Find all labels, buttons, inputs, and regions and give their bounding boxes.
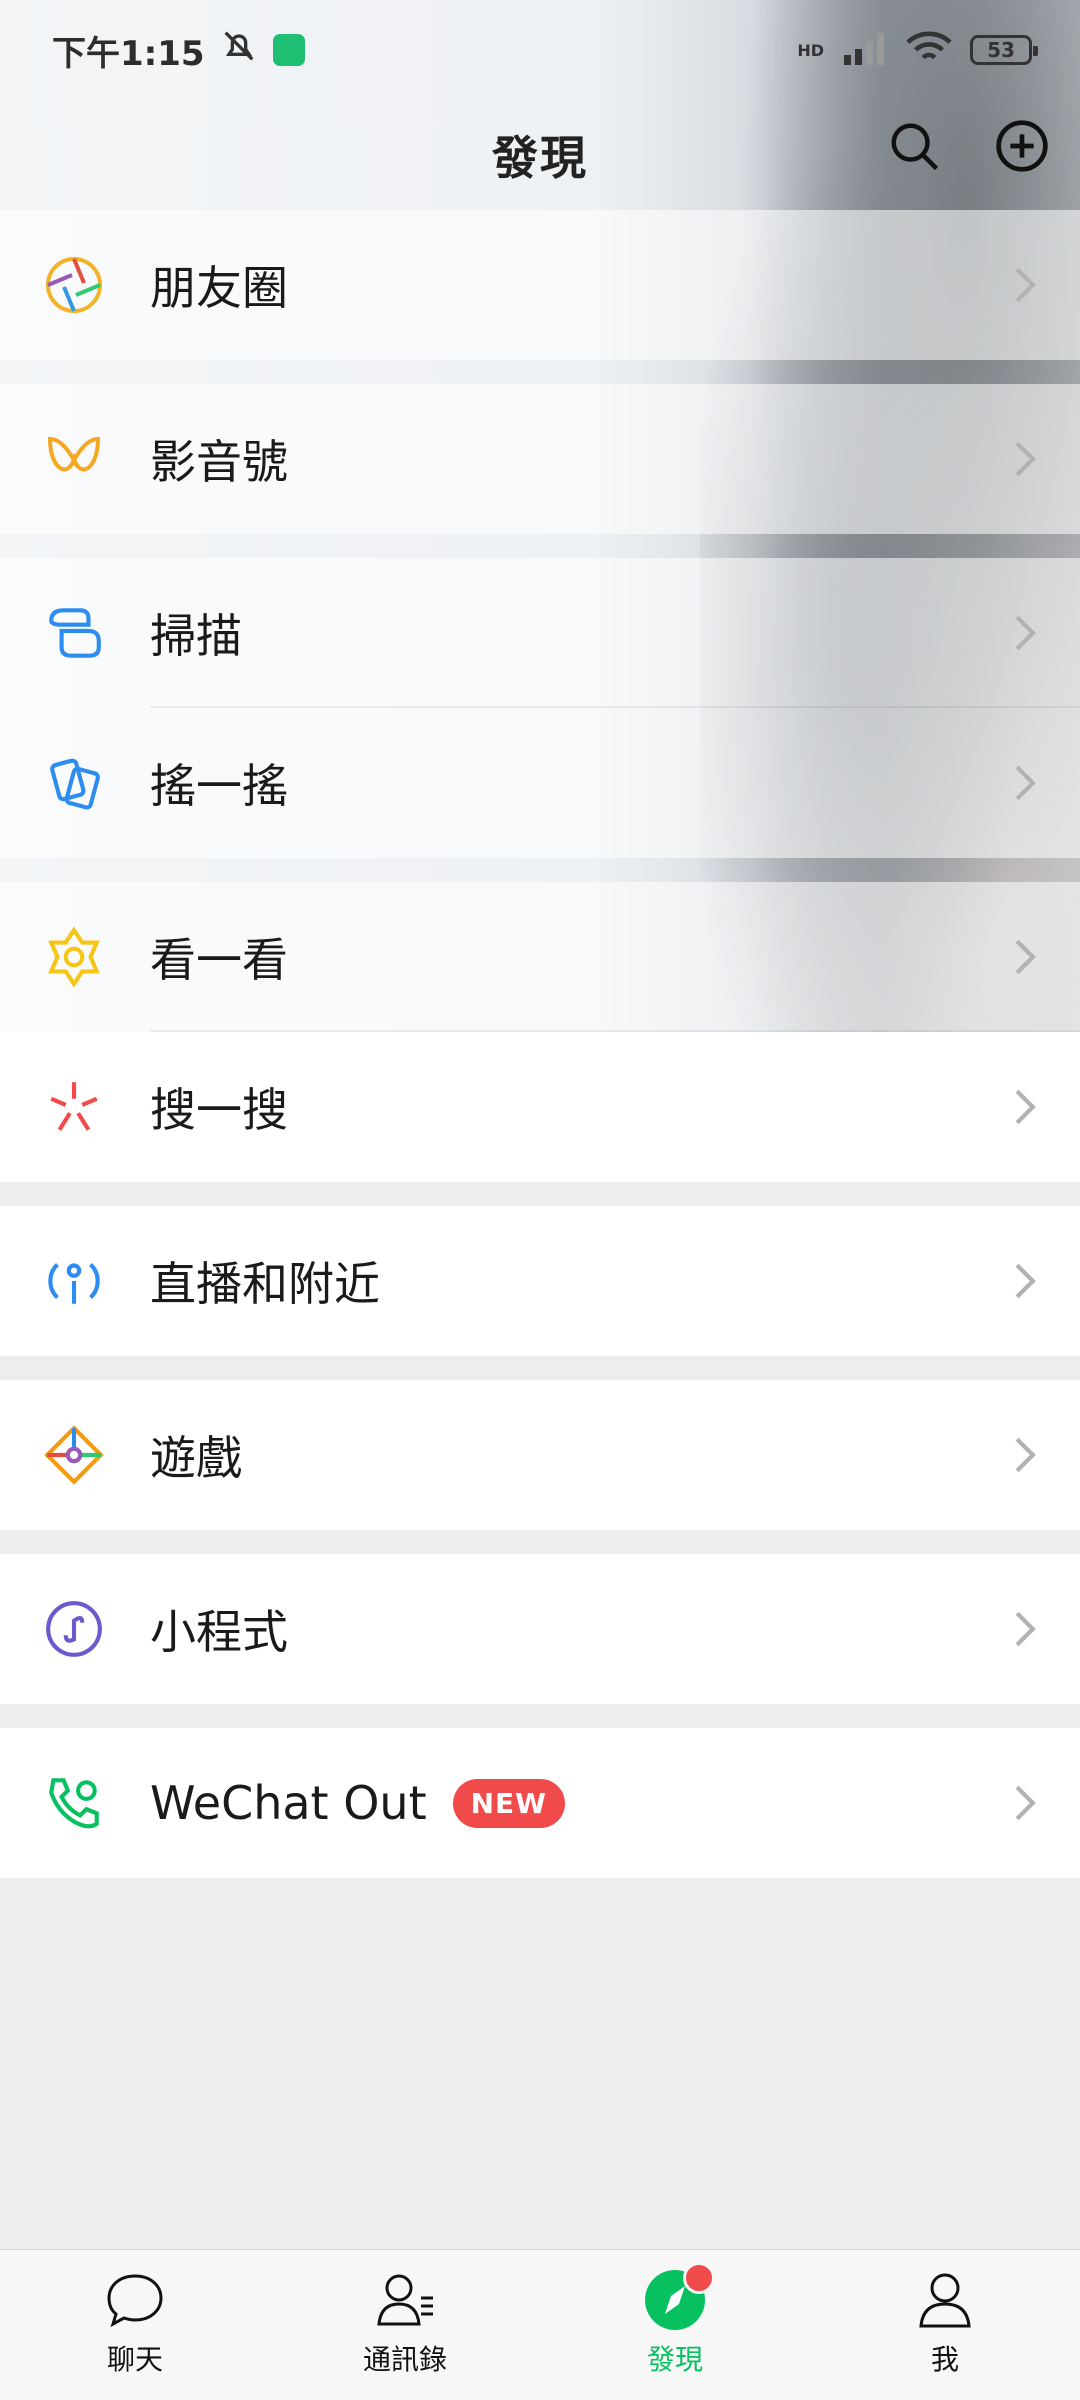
menu-item-label: 影音號 [150, 435, 288, 489]
section-nearby: 直播和附近 [0, 1206, 1080, 1356]
add-button[interactable] [994, 118, 1050, 174]
chat-icon [103, 2268, 167, 2332]
section-top-stories-search: 看一看 搜一搜 [0, 882, 1080, 1182]
plus-circle-icon [996, 120, 1048, 172]
menu-item-live-nearby[interactable]: 直播和附近 [0, 1206, 1080, 1356]
nav-label: 我 [930, 2343, 959, 2376]
network-type: HD [797, 40, 824, 60]
menu-item-scan[interactable]: 掃描 [0, 558, 1080, 708]
search-button[interactable] [886, 118, 942, 174]
section-games: 遊戲 [0, 1380, 1080, 1530]
nav-tab-contacts[interactable]: 通訊錄 [295, 2250, 515, 2378]
scan-icon [34, 593, 114, 673]
notification-dot [683, 2262, 715, 2294]
menu-item-label: 掃描 [150, 609, 242, 663]
menu-item-label: 朋友圈 [150, 261, 288, 315]
chevron-right-icon [1015, 1785, 1036, 1821]
games-icon [34, 1415, 114, 1495]
bottom-navigation: 聊天 通訊錄 發現 我 [0, 2249, 1080, 2400]
section-channels: 影音號 [0, 384, 1080, 534]
wifi-icon [906, 30, 952, 70]
menu-item-games[interactable]: 遊戲 [0, 1380, 1080, 1530]
menu-item-search[interactable]: 搜一搜 [0, 1032, 1080, 1182]
mute-bell-icon [219, 26, 259, 75]
me-icon [913, 2268, 977, 2332]
menu-item-label: 小程式 [150, 1605, 288, 1659]
section-mini-programs: 小程式 [0, 1554, 1080, 1704]
channels-icon [34, 419, 114, 499]
mini-programs-icon [34, 1589, 114, 1669]
nav-label: 通訊錄 [362, 2343, 447, 2376]
chevron-right-icon [1015, 765, 1036, 801]
chevron-right-icon [1015, 441, 1036, 477]
menu-item-shake[interactable]: 搖一搖 [0, 708, 1080, 858]
menu-item-top-stories[interactable]: 看一看 [0, 882, 1080, 1032]
chevron-right-icon [1015, 939, 1036, 975]
section-moments: 朋友圈 [0, 210, 1080, 360]
discover-menu-list: 朋友圈 影音號 掃描 搖一搖 看一看 搜一搜 直播和附近 遊戲 小程式 WeCh… [0, 210, 1080, 1902]
menu-item-mini-programs[interactable]: 小程式 [0, 1554, 1080, 1704]
discover-icon [643, 2262, 715, 2332]
nav-label: 聊天 [106, 2343, 163, 2376]
search-icon [891, 123, 939, 171]
nav-tab-chats[interactable]: 聊天 [25, 2250, 245, 2378]
menu-item-label: 搜一搜 [150, 1083, 288, 1137]
chevron-right-icon [1015, 1611, 1036, 1647]
shake-icon [34, 743, 114, 823]
chevron-right-icon [1015, 1263, 1036, 1299]
section-scan-shake: 掃描 搖一搖 [0, 558, 1080, 858]
contacts-icon [373, 2268, 437, 2332]
chevron-right-icon [1015, 1437, 1036, 1473]
menu-item-wechat-out[interactable]: WeChat Out NEW [0, 1728, 1080, 1878]
menu-item-moments[interactable]: 朋友圈 [0, 210, 1080, 360]
chevron-right-icon [1015, 1089, 1036, 1125]
nearby-icon [34, 1241, 114, 1321]
search-spark-icon [34, 1067, 114, 1147]
page-title: 發現 [492, 131, 588, 185]
menu-item-label: 直播和附近 [150, 1257, 380, 1311]
menu-item-label: 遊戲 [150, 1431, 242, 1485]
status-right: HD 53 [797, 30, 1038, 70]
app-notification-icon [272, 34, 305, 66]
chevron-right-icon [1015, 615, 1036, 651]
menu-item-label: 搖一搖 [150, 759, 288, 813]
chevron-right-icon [1015, 267, 1036, 303]
battery-indicator: 53 [970, 35, 1038, 65]
nav-tab-me[interactable]: 我 [835, 2250, 1055, 2378]
status-bar: 下午1:15 HD 53 [0, 0, 1080, 100]
signal-icon [842, 31, 888, 69]
phone-icon [34, 1763, 114, 1843]
top-stories-icon [34, 917, 114, 997]
new-badge: NEW [452, 1778, 566, 1828]
nav-tab-discover[interactable]: 發現 [565, 2250, 785, 2378]
status-left: 下午1:15 [52, 26, 305, 75]
menu-item-label: WeChat Out [150, 1776, 427, 1830]
moments-icon [34, 245, 114, 325]
title-bar: 發現 [0, 100, 1080, 210]
nav-label: 發現 [646, 2343, 703, 2376]
battery-level: 53 [987, 38, 1015, 62]
section-wechat-out: WeChat Out NEW [0, 1728, 1080, 1878]
menu-item-channels[interactable]: 影音號 [0, 384, 1080, 534]
title-actions [886, 118, 1050, 174]
menu-item-label: 看一看 [150, 933, 288, 987]
status-time: 下午1:15 [52, 33, 205, 74]
